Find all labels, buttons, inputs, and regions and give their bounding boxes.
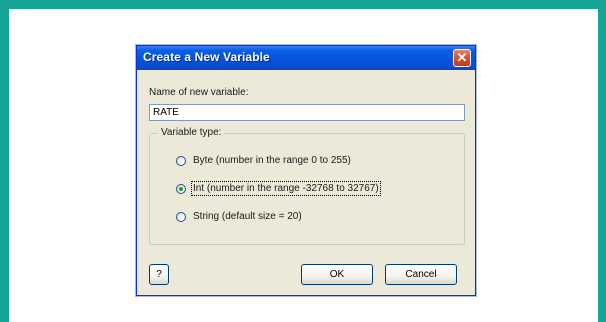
radio-label-string: String (default size = 20) (193, 211, 302, 222)
variable-name-label: Name of new variable: (149, 87, 249, 98)
variable-name-input[interactable] (149, 104, 465, 121)
radio-label-int: Int (number in the range -32768 to 32767… (191, 181, 381, 196)
close-button[interactable]: ✕ (453, 49, 471, 67)
title-bar[interactable]: Create a New Variable ✕ (137, 46, 475, 70)
ok-button[interactable]: OK (301, 264, 373, 285)
radio-label-byte: Byte (number in the range 0 to 255) (193, 155, 351, 166)
create-variable-dialog: Create a New Variable ✕ Name of new vari… (136, 45, 476, 296)
cancel-button[interactable]: Cancel (385, 264, 457, 285)
radio-button-int[interactable] (176, 184, 186, 194)
close-icon: ✕ (456, 50, 468, 65)
radio-button-string[interactable] (176, 212, 186, 222)
radio-selected-dot (179, 187, 183, 191)
dialog-title: Create a New Variable (143, 50, 270, 64)
variable-type-group: Variable type: Byte (number in the range… (149, 127, 465, 245)
variable-type-label: Variable type: (158, 127, 225, 138)
help-button[interactable]: ? (149, 264, 169, 285)
radio-button-byte[interactable] (176, 156, 186, 166)
